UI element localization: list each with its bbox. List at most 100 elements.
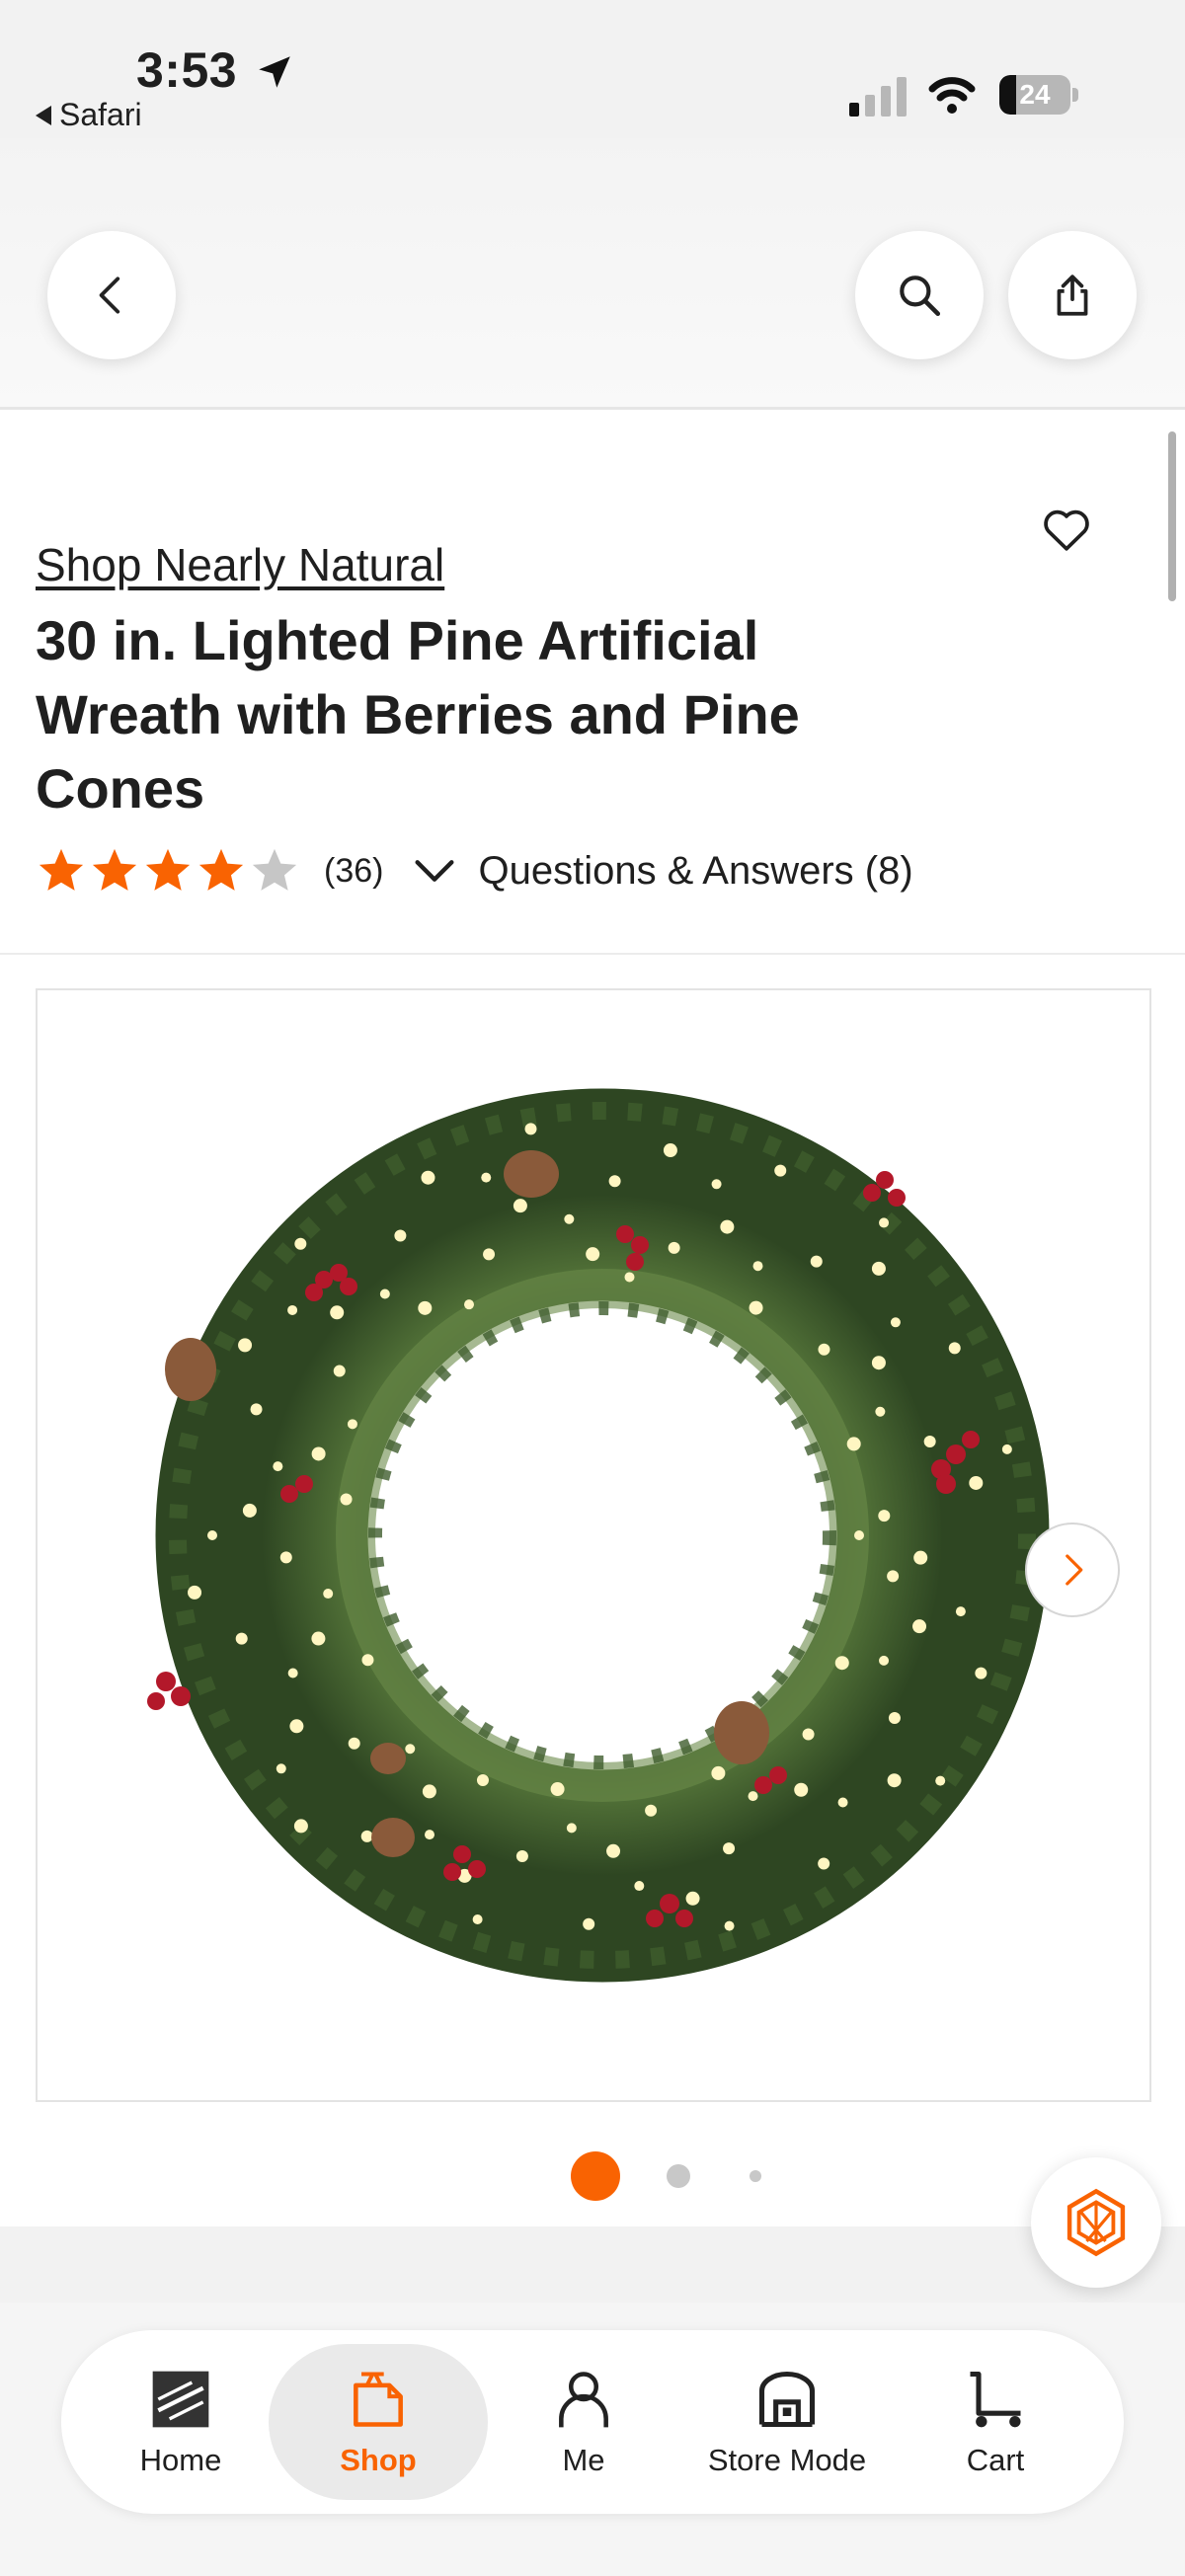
wreath-light xyxy=(311,1631,326,1646)
wreath-light xyxy=(242,1503,257,1518)
wreath-light xyxy=(723,1842,736,1855)
wreath-light xyxy=(887,1570,900,1583)
wreath-light xyxy=(608,1175,621,1188)
wreath-light xyxy=(287,1304,298,1315)
wreath-light xyxy=(668,1241,680,1254)
status-bar: 3:53 Safari 24 xyxy=(0,0,1185,138)
wreath-light xyxy=(871,1261,886,1276)
wreath-light xyxy=(293,1819,308,1834)
tab-label: Store Mode xyxy=(707,2443,867,2477)
wreath-light xyxy=(794,1782,809,1797)
wreath-light xyxy=(566,1823,577,1834)
carousel-dot[interactable] xyxy=(667,2164,690,2188)
star-icon xyxy=(198,848,244,891)
tab-shop[interactable]: Shop xyxy=(269,2344,488,2500)
wreath-light xyxy=(711,1179,722,1190)
wreath-light xyxy=(685,1891,700,1906)
tab-me[interactable]: Me xyxy=(502,2344,666,2500)
back-triangle-icon xyxy=(36,105,51,125)
wreath-light xyxy=(948,1342,961,1355)
wreath-light xyxy=(464,1299,474,1310)
wreath-light xyxy=(513,1199,527,1213)
product-title: 30 in. Lighted Pine Artificial Wreath wi… xyxy=(36,609,800,820)
status-time: 3:53 xyxy=(136,42,238,98)
chevron-right-icon xyxy=(1066,1554,1083,1586)
questions-answers-link[interactable]: Questions & Answers (8) xyxy=(478,849,912,894)
tab-label: Me xyxy=(562,2443,605,2477)
tab-store-mode[interactable]: Store Mode xyxy=(675,2344,899,2500)
wreath-light xyxy=(379,1288,390,1299)
wreath-light xyxy=(802,1728,815,1741)
search-icon xyxy=(900,275,941,317)
wreath-light xyxy=(347,1419,357,1430)
wreath-light xyxy=(360,1830,373,1842)
wreath-light xyxy=(207,1530,217,1540)
wreath-light xyxy=(235,1632,248,1645)
wreath-light xyxy=(887,1773,902,1788)
wreath-light xyxy=(935,1775,946,1786)
product-image[interactable] xyxy=(36,988,1151,2102)
wreath-light xyxy=(854,1530,864,1540)
wreath-light xyxy=(276,1763,286,1774)
wreath-light xyxy=(418,1300,433,1315)
carousel-dot[interactable] xyxy=(571,2151,620,2201)
wreath-light xyxy=(888,1711,901,1724)
wreath-light xyxy=(238,1338,253,1353)
wreath-light xyxy=(421,1170,435,1185)
wreath-light xyxy=(483,1248,496,1261)
assistant-button[interactable] xyxy=(1031,2157,1161,2288)
wreath-light xyxy=(250,1403,263,1416)
favorite-heart-icon[interactable] xyxy=(1039,502,1094,557)
wreath-light xyxy=(711,1765,726,1780)
wreath-light xyxy=(878,1510,891,1522)
cart-icon xyxy=(970,2371,1021,2428)
scrollbar[interactable] xyxy=(1168,431,1176,601)
star-icon xyxy=(92,848,137,891)
wreath-light xyxy=(294,1237,307,1250)
wreath-light xyxy=(583,1917,595,1930)
location-arrow-icon xyxy=(259,56,290,88)
star-icon xyxy=(252,848,297,891)
back-to-app[interactable]: Safari xyxy=(36,97,142,133)
wreath-light xyxy=(340,1493,353,1506)
wreath-light xyxy=(969,1475,984,1490)
wreath-light xyxy=(752,1261,763,1272)
carousel-dots[interactable] xyxy=(0,2140,1185,2201)
wreath-light xyxy=(818,1343,830,1356)
star-rating[interactable] xyxy=(36,845,300,897)
wreath-light xyxy=(1001,1444,1012,1454)
share-button[interactable] xyxy=(1008,231,1137,359)
tab-cart[interactable]: Cart xyxy=(916,2344,1074,2500)
wreath-light xyxy=(289,1719,304,1734)
wreath-light xyxy=(846,1437,861,1451)
back-app-label: Safari xyxy=(59,97,142,132)
wreath-light xyxy=(890,1317,901,1328)
wreath-light xyxy=(606,1843,621,1858)
wreath-light xyxy=(586,1247,600,1262)
wreath-light xyxy=(837,1797,848,1808)
wreath-light xyxy=(394,1229,407,1242)
tab-home[interactable]: Home xyxy=(79,2344,282,2500)
wreath-image xyxy=(147,1088,1050,1983)
wreath-light xyxy=(913,1550,928,1565)
wreath-light xyxy=(724,1920,735,1931)
search-button[interactable] xyxy=(855,231,984,359)
brand-link[interactable]: Shop Nearly Natural xyxy=(36,538,444,591)
wreath-light xyxy=(955,1606,966,1617)
chevron-down-icon[interactable] xyxy=(409,845,460,897)
review-count[interactable]: (36) xyxy=(324,852,383,891)
wreath-light xyxy=(287,1668,298,1678)
wreath-light xyxy=(422,1784,436,1799)
wreath-light xyxy=(425,1830,434,1840)
next-image-button[interactable] xyxy=(1025,1522,1120,1617)
wifi-icon xyxy=(928,77,976,114)
wreath-light xyxy=(348,1737,360,1750)
wreath-light xyxy=(663,1143,677,1158)
carousel-dot[interactable] xyxy=(750,2170,761,2182)
wreath-light xyxy=(720,1219,735,1234)
wreath-light xyxy=(624,1272,635,1283)
wreath-light xyxy=(871,1356,886,1370)
wreath-light xyxy=(279,1551,292,1564)
back-button[interactable] xyxy=(47,231,176,359)
wreath-light xyxy=(834,1656,849,1671)
